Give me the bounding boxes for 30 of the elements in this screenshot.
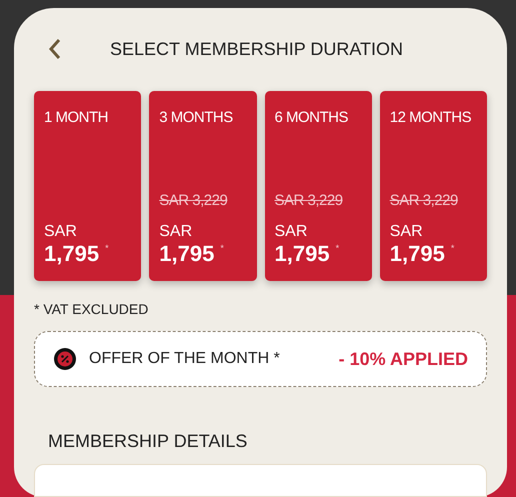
plan-price: 1,795 [274,241,330,267]
plan-card[interactable]: 12 MONTHS SAR 3,229 SAR 1,795 * [380,91,487,281]
plan-duration: 1 MONTH [44,109,109,126]
currency-label: SAR [274,223,308,241]
plan-card[interactable]: 3 MONTHS SAR 3,229 SAR 1,795 * [149,91,256,281]
discount-text: - 10% APPLIED [338,348,468,370]
currency-label: SAR [390,223,424,241]
footnote-mark: * [336,243,340,253]
section-title: MEMBERSHIP DETAILS [48,431,248,452]
original-price: SAR 3,229 [274,192,344,209]
original-price: SAR 3,229 [159,192,228,209]
plan-price: 1,795 [159,241,214,267]
plan-duration: 6 MONTHS [274,109,350,126]
discount-badge-icon [53,347,77,371]
plan-card[interactable]: 1 MONTH SAR 1,795 * [34,91,142,281]
plan-card[interactable]: 6 MONTHS SAR 3,229 SAR 1,795 * [264,91,372,281]
plan-duration: 12 MONTHS [390,109,472,126]
page-title: SELECT MEMBERSHIP DURATION [110,38,404,60]
plan-price: 1,795 [44,241,100,267]
plan-price: 1,795 [390,241,445,267]
currency-label: SAR [159,223,194,241]
footnote-mark: * [450,243,454,253]
original-price: SAR 3,229 [390,192,459,209]
vat-note: * VAT EXCLUDED [34,301,150,317]
plan-duration: 3 MONTHS [159,109,234,126]
offer-label: OFFER OF THE MONTH * [89,350,280,368]
footnote-mark: * [220,243,224,253]
back-icon[interactable] [48,38,62,60]
currency-label: SAR [44,223,78,241]
footnote-mark: * [105,243,109,253]
